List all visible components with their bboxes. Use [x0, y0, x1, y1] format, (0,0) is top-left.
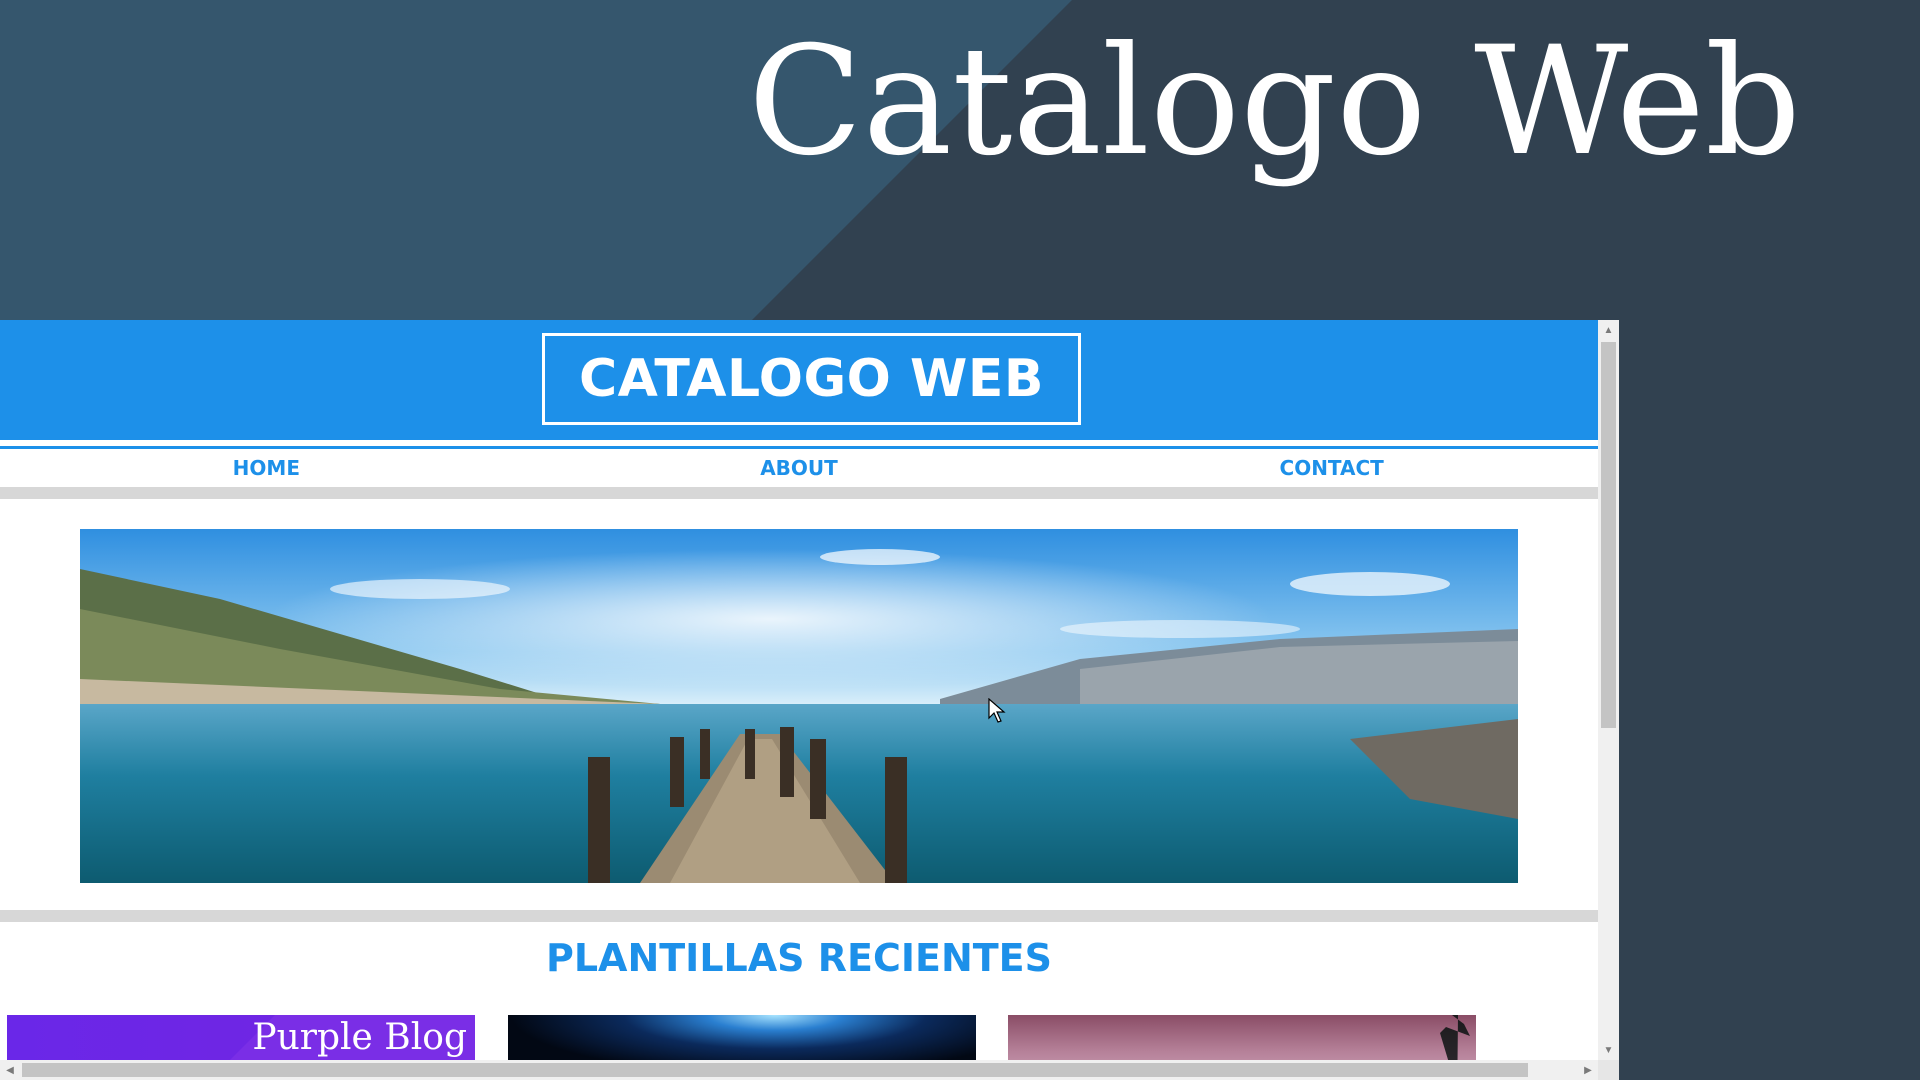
site-logo[interactable]: CATALOGO WEB: [542, 333, 1081, 425]
browser-window: CATALOGO WEB HOME ABOUT CONTACT PLANTILL…: [0, 320, 1619, 1080]
scrollbar-vertical-thumb[interactable]: [1601, 342, 1616, 728]
template-card-pink[interactable]: [1008, 1015, 1476, 1060]
scroll-down-icon[interactable]: ▼: [1598, 1040, 1619, 1060]
main-navigation: HOME ABOUT CONTACT: [0, 446, 1598, 490]
scrollbar-corner: [1598, 1060, 1619, 1080]
hero-image: [80, 529, 1518, 883]
divider-bar: [0, 487, 1598, 499]
mouse-cursor-icon: [988, 698, 1006, 723]
palm-tree-icon: [1440, 1015, 1470, 1060]
scrollbar-horizontal-thumb[interactable]: [22, 1063, 1528, 1077]
scroll-up-icon[interactable]: ▲: [1598, 320, 1619, 340]
nav-contact-link[interactable]: CONTACT: [1065, 449, 1598, 487]
site-header: CATALOGO WEB: [0, 320, 1598, 440]
scroll-left-icon[interactable]: ◀: [0, 1060, 20, 1080]
divider-bar: [0, 910, 1598, 922]
template-card-label: Purple Blog: [252, 1017, 467, 1058]
template-card-purple-blog[interactable]: Purple Blog: [7, 1015, 475, 1060]
scrollbar-horizontal[interactable]: ◀ ▶: [0, 1060, 1598, 1080]
nav-home-link[interactable]: HOME: [0, 449, 533, 487]
slide-title: Catalogo Web: [748, 15, 1801, 189]
scrollbar-vertical[interactable]: ▲ ▼: [1598, 320, 1619, 1060]
template-card-dark[interactable]: [508, 1015, 976, 1060]
section-title: PLANTILLAS RECIENTES: [545, 936, 1053, 980]
nav-about-link[interactable]: ABOUT: [533, 449, 1066, 487]
web-page: CATALOGO WEB HOME ABOUT CONTACT PLANTILL…: [0, 320, 1598, 1060]
scroll-right-icon[interactable]: ▶: [1578, 1060, 1598, 1080]
